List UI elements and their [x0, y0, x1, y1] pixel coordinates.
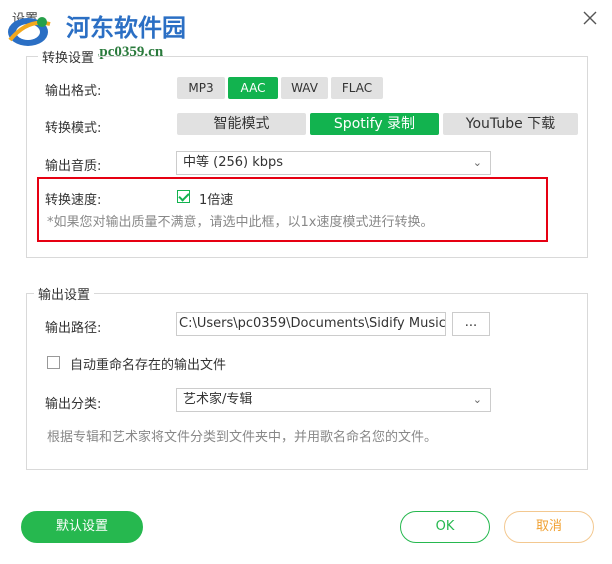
mode-label: 转换模式:: [45, 121, 102, 136]
rename-label: 自动重命名存在的输出文件: [70, 358, 227, 373]
category-select[interactable]: 艺术家/专辑 ⌄: [176, 388, 491, 412]
format-option-flac[interactable]: FLAC: [331, 77, 383, 99]
speed-checkbox-label: 1倍速: [199, 193, 234, 208]
rename-checkbox[interactable]: [47, 356, 60, 369]
watermark-logo-icon: [8, 17, 51, 46]
browse-button[interactable]: ...: [452, 312, 490, 336]
mode-option-smart[interactable]: 智能模式: [177, 113, 306, 135]
convert-settings-legend: 转换设置: [38, 47, 99, 66]
cancel-button[interactable]: 取消: [504, 511, 594, 543]
speed-note: *如果您对输出质量不满意，请选中此框，以1x速度模式进行转换。: [47, 215, 434, 230]
close-icon: [583, 11, 597, 25]
path-label: 输出路径:: [45, 321, 102, 336]
format-option-wav[interactable]: WAV: [281, 77, 328, 99]
output-settings-legend: 输出设置: [34, 284, 95, 303]
chevron-down-icon: ⌄: [472, 156, 482, 169]
format-label: 输出格式:: [45, 84, 102, 99]
speed-highlight-box: [37, 177, 548, 242]
category-value: 艺术家/专辑: [183, 392, 253, 407]
quality-value: 中等 (256) kbps: [183, 155, 284, 170]
mode-option-spotify-record[interactable]: Spotify 录制: [310, 113, 439, 135]
mode-option-youtube-download[interactable]: YouTube 下载: [443, 113, 578, 135]
category-note: 根据专辑和艺术家将文件分类到文件夹中，并用歌名命名您的文件。: [47, 430, 438, 445]
speed-checkbox[interactable]: [177, 190, 190, 203]
ok-button[interactable]: OK: [400, 511, 490, 543]
quality-label: 输出音质:: [45, 159, 102, 174]
category-label: 输出分类:: [45, 397, 102, 412]
close-button[interactable]: [578, 6, 602, 30]
output-path-input[interactable]: C:\Users\pc0359\Documents\Sidify Music C: [176, 312, 446, 336]
format-option-mp3[interactable]: MP3: [177, 77, 225, 99]
watermark-text: 河东软件园: [66, 13, 186, 42]
default-settings-button[interactable]: 默认设置: [21, 511, 143, 543]
watermark: 河东软件园 www.pc0359.cn: [4, 10, 186, 60]
chevron-down-icon: ⌄: [472, 393, 482, 406]
quality-select[interactable]: 中等 (256) kbps ⌄: [176, 151, 491, 175]
speed-label: 转换速度:: [45, 193, 102, 208]
format-option-aac[interactable]: AAC: [228, 77, 278, 99]
